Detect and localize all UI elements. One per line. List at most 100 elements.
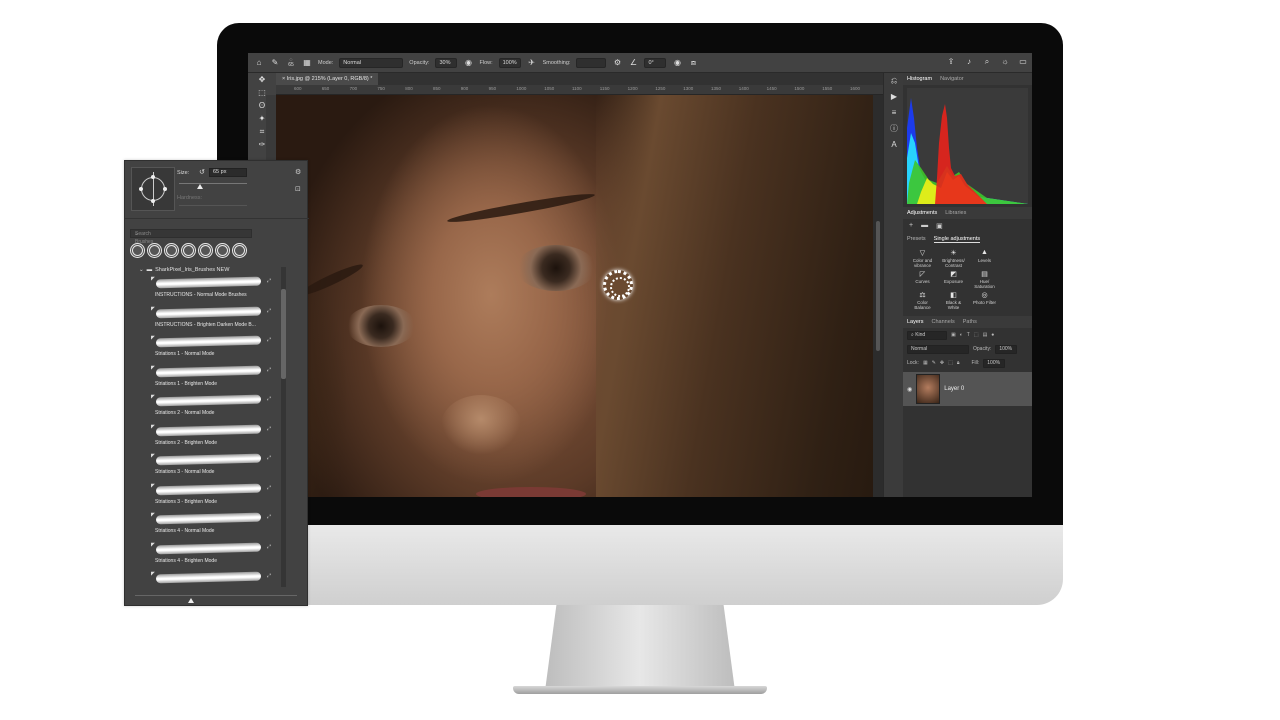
brush-item[interactable]: ◤ ⤢ Striations 1 - Brighten Mode: [131, 364, 291, 394]
canvas-scrollbar-thumb[interactable]: [876, 221, 880, 351]
flow-field[interactable]: 100%: [498, 57, 521, 68]
move-tool-icon[interactable]: ✥: [248, 73, 276, 86]
adjustment-levels[interactable]: ▲ Levels: [969, 249, 1000, 268]
learn-lightbulb-icon[interactable]: ☼: [1000, 57, 1010, 67]
home-icon[interactable]: ⌂: [254, 58, 264, 68]
layer-row[interactable]: ◉ Layer 0: [903, 372, 1032, 406]
layer-kind-filter[interactable]: ⌕ Kind: [907, 330, 947, 340]
brush-angle-widget[interactable]: [131, 167, 175, 211]
folder-icon[interactable]: ▬: [921, 222, 928, 230]
recent-brush-swatch[interactable]: [164, 243, 179, 258]
adjustment-color-vibrance[interactable]: ▽ Color and vibrance: [907, 249, 938, 268]
reset-size-icon[interactable]: ↺: [199, 168, 205, 176]
tab-navigator[interactable]: Navigator: [940, 76, 964, 82]
smoothing-gear-icon[interactable]: ⚙: [612, 58, 622, 68]
brush-tool-icon[interactable]: ✎: [270, 58, 280, 68]
brush-preview-pin-icon[interactable]: ⤢: [267, 455, 271, 461]
angle-handle-top[interactable]: [151, 175, 155, 179]
adjustment-black-white[interactable]: ◧ Black & White: [938, 291, 969, 310]
layer-icon[interactable]: ▣: [936, 222, 943, 230]
workspace-icon[interactable]: ▭: [1018, 57, 1028, 67]
pressure-opacity-icon[interactable]: ◉: [463, 58, 473, 68]
hardness-slider[interactable]: [179, 205, 247, 206]
tab-layers[interactable]: Layers: [907, 319, 924, 325]
tab-histogram[interactable]: Histogram: [907, 76, 932, 82]
size-field[interactable]: 65 px: [209, 168, 247, 177]
tab-presets[interactable]: Presets: [907, 236, 926, 242]
lock-transparency-icon[interactable]: ▦: [923, 360, 928, 366]
share-icon[interactable]: ⇪: [946, 57, 956, 67]
tab-libraries[interactable]: Libraries: [945, 210, 966, 216]
brush-item[interactable]: ◤ ⤢ Striations 3 - Normal Mode: [131, 452, 291, 482]
opacity-field[interactable]: 30%: [435, 57, 458, 68]
character-icon[interactable]: A: [884, 137, 904, 153]
search-icon[interactable]: ⌕: [982, 57, 992, 67]
angle-handle-bottom[interactable]: [151, 199, 155, 203]
brush-preview-pin-icon[interactable]: ⤢: [267, 573, 271, 579]
size-slider[interactable]: [179, 183, 247, 184]
angle-handle-left[interactable]: [139, 187, 143, 191]
adjustment-hue-saturation[interactable]: ▤ Hue/Saturation: [969, 270, 1000, 289]
brush-preview-pin-icon[interactable]: ⤢: [267, 278, 271, 284]
brush-preview-pin-icon[interactable]: ⤢: [267, 396, 271, 402]
brush-preview-pin-icon[interactable]: ⤢: [267, 337, 271, 343]
mode-select[interactable]: Normal: [339, 57, 404, 68]
brush-preset-picker[interactable]: ◌ 65: [286, 57, 296, 68]
fill-field[interactable]: 100%: [983, 358, 1006, 368]
eye-visibility-icon[interactable]: ◉: [907, 386, 912, 393]
brush-folder[interactable]: ⌄ ▬ SharkPixel_Iris_Brushes NEW: [131, 265, 291, 275]
adjustment-photo-filter[interactable]: ◎ Photo Filter: [969, 291, 1000, 310]
tab-channels[interactable]: Channels: [932, 319, 955, 325]
brush-item[interactable]: ◤ ⤢ Striations 1 - Normal Mode: [131, 334, 291, 364]
recent-brush-swatch[interactable]: [215, 243, 230, 258]
gear-icon[interactable]: ⚙: [295, 168, 301, 176]
brush-item[interactable]: ◤ ⤢ INSTRUCTIONS - Brighten Darken Mode B.…: [131, 305, 291, 335]
bell-icon[interactable]: ♪: [964, 57, 974, 67]
blend-mode-select[interactable]: Normal: [907, 344, 969, 354]
brush-preview-pin-icon[interactable]: ⤢: [267, 544, 271, 550]
airbrush-icon[interactable]: ✈: [527, 58, 537, 68]
filter-toggle-icon[interactable]: ●: [991, 332, 994, 338]
preview-size-handle[interactable]: [188, 598, 194, 603]
brush-list-scrollbar-thumb[interactable]: [281, 289, 286, 379]
lock-position-icon[interactable]: ✥: [940, 360, 944, 366]
filter-adjustment-icon[interactable]: ◐: [960, 332, 963, 338]
brush-preview-pin-icon[interactable]: ⤢: [267, 485, 271, 491]
brush-item[interactable]: ◤ ⤢ Striations 3 - Brighten Mode: [131, 482, 291, 512]
recent-brush-swatch[interactable]: [147, 243, 162, 258]
brush-preview-pin-icon[interactable]: ⤢: [267, 426, 271, 432]
angle-field[interactable]: 0°: [644, 57, 667, 68]
add-icon[interactable]: +: [909, 222, 913, 230]
brush-item[interactable]: ◤ ⤢ Striations 4 - Brighten Mode: [131, 541, 291, 571]
brush-preview-pin-icon[interactable]: ⤢: [267, 308, 271, 314]
recent-brush-swatch[interactable]: [198, 243, 213, 258]
recent-brush-swatch[interactable]: [232, 243, 247, 258]
lock-pixels-icon[interactable]: ✎: [932, 360, 936, 366]
layer-opacity-field[interactable]: 100%: [995, 344, 1018, 354]
tab-single-adjustments[interactable]: Single adjustments: [933, 236, 981, 243]
filter-type-icon[interactable]: T: [967, 332, 970, 338]
filter-shape-icon[interactable]: ⬚: [974, 332, 979, 338]
adjustment-brightness-contrast[interactable]: ☀ Brightness/Contrast: [938, 249, 969, 268]
brush-item[interactable]: ◤ ⤢: [131, 570, 291, 595]
chevron-down-icon[interactable]: ⌄: [139, 267, 144, 273]
brush-list-scrollbar[interactable]: [281, 267, 286, 587]
new-brush-icon[interactable]: ⊡: [295, 185, 301, 193]
info-icon[interactable]: ⓘ: [884, 121, 904, 137]
brush-item[interactable]: ◤ ⤢ Striations 4 - Normal Mode: [131, 511, 291, 541]
angle-handle-right[interactable]: [163, 187, 167, 191]
size-slider-handle[interactable]: [197, 184, 203, 189]
brush-item[interactable]: ◤ ⤢ INSTRUCTIONS - Normal Mode Brushes: [131, 275, 291, 305]
preview-size-slider[interactable]: [135, 595, 297, 596]
brush-preview-pin-icon[interactable]: ⤢: [267, 514, 271, 520]
filter-pixel-icon[interactable]: ▣: [951, 332, 956, 338]
brush-preview-pin-icon[interactable]: ⤢: [267, 367, 271, 373]
brush-item[interactable]: ◤ ⤢ Striations 2 - Brighten Mode: [131, 423, 291, 453]
filter-smart-icon[interactable]: ▤: [983, 332, 988, 338]
adjustment-curves[interactable]: ◸ Curves: [907, 270, 938, 289]
document-tab[interactable]: × Iris.jpg @ 215% (Layer 0, RGB/8) *: [276, 73, 379, 85]
smoothing-field[interactable]: [576, 57, 607, 68]
recent-brush-swatch[interactable]: [130, 243, 145, 258]
properties-icon[interactable]: ≡: [884, 105, 904, 121]
actions-play-icon[interactable]: ▶: [884, 89, 904, 105]
